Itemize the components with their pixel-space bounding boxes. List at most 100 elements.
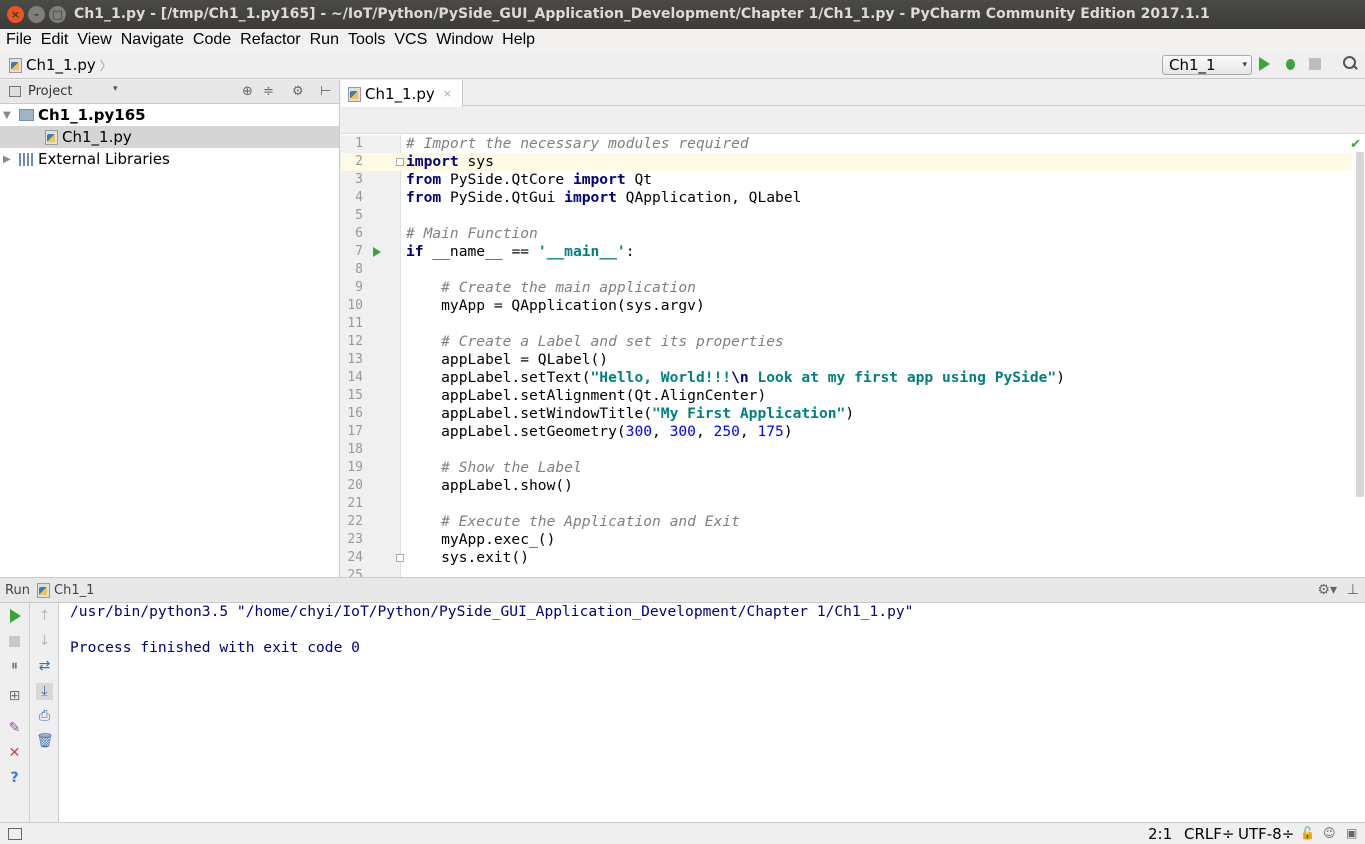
code-text: appLabel = QLabel() xyxy=(406,351,608,369)
tree-item-project-root[interactable]: ▼ Ch1_1.py165 xyxy=(0,104,339,126)
code-line[interactable]: 8 xyxy=(341,261,1352,279)
menu-edit[interactable]: Edit xyxy=(37,31,73,49)
search-icon[interactable] xyxy=(1343,56,1357,70)
lock-icon[interactable]: 🔓 xyxy=(1300,826,1315,840)
help-icon[interactable]: ? xyxy=(6,770,23,787)
code-line[interactable]: 16 appLabel.setWindowTitle("My First App… xyxy=(341,405,1352,423)
fold-marker-icon[interactable] xyxy=(396,554,404,562)
trash-icon[interactable]: 🗑 xyxy=(36,733,54,750)
menu-window[interactable]: Window xyxy=(432,31,497,49)
debug-button[interactable] xyxy=(1283,56,1298,72)
code-token: : xyxy=(625,243,635,260)
code-line[interactable]: 9 # Create the main application xyxy=(341,279,1352,297)
code-line[interactable]: 22 # Execute the Application and Exit xyxy=(341,513,1352,531)
code-line[interactable]: 19 # Show the Label xyxy=(341,459,1352,477)
rerun-button[interactable] xyxy=(6,608,23,625)
code-line[interactable]: 2 import sys xyxy=(341,153,1352,171)
toggle-tool-windows-icon[interactable] xyxy=(8,828,22,840)
minimize-window-button[interactable]: – xyxy=(28,6,45,23)
gear-icon[interactable]: ⚙▾ xyxy=(1317,582,1337,598)
code-line[interactable]: 7 if __name__ == '__main__': xyxy=(341,243,1352,261)
run-gutter-icon[interactable] xyxy=(373,247,381,257)
fold-marker-icon[interactable] xyxy=(396,158,404,166)
collapse-arrow-icon[interactable]: ▶ xyxy=(3,154,19,165)
code-token: , xyxy=(695,423,714,440)
python-file-icon xyxy=(44,130,58,145)
file-encoding[interactable]: UTF-8÷ xyxy=(1238,825,1294,843)
line-number: 3 xyxy=(355,172,363,187)
code-line[interactable]: 20 appLabel.show() xyxy=(341,477,1352,495)
menu-file[interactable]: File xyxy=(2,31,36,49)
line-number: 24 xyxy=(347,550,363,565)
code-area[interactable]: 1 # Import the necessary modules required… xyxy=(341,135,1365,577)
stop-button[interactable] xyxy=(1309,58,1321,70)
code-line[interactable]: 11 xyxy=(341,315,1352,333)
console-output[interactable]: /usr/bin/python3.5 "/home/chyi/IoT/Pytho… xyxy=(70,603,913,657)
console-line: /usr/bin/python3.5 "/home/chyi/IoT/Pytho… xyxy=(70,603,914,620)
line-number: 18 xyxy=(347,442,363,457)
menu-help[interactable]: Help xyxy=(498,31,539,49)
code-line[interactable]: 24 sys.exit() xyxy=(341,549,1352,567)
event-log-icon[interactable]: ▣ xyxy=(1346,826,1357,840)
run-configuration-select[interactable]: Ch1_1 ▾ xyxy=(1162,55,1252,75)
menu-run[interactable]: Run xyxy=(306,31,343,49)
code-line[interactable]: 23 myApp.exec_() xyxy=(341,531,1352,549)
minimize-panel-icon[interactable]: ⊥ xyxy=(1347,582,1359,598)
run-tab-label[interactable]: Ch1_1 xyxy=(54,583,94,598)
gear-icon[interactable]: ⚙ xyxy=(292,84,304,99)
code-line[interactable]: 18 xyxy=(341,441,1352,459)
inspector-icon[interactable]: ☺ xyxy=(1323,826,1336,840)
code-line[interactable]: 4 from PySide.QtGui import QApplication, … xyxy=(341,189,1352,207)
code-line[interactable]: 15 appLabel.setAlignment(Qt.AlignCenter) xyxy=(341,387,1352,405)
menu-vcs[interactable]: VCS xyxy=(390,31,431,49)
chevron-down-icon[interactable]: ▾ xyxy=(113,84,118,94)
breadcrumb-file[interactable]: Ch1_1.py xyxy=(26,56,96,74)
code-line[interactable]: 5 xyxy=(341,207,1352,225)
soft-wrap-icon[interactable]: ⇄ xyxy=(36,658,53,675)
code-line[interactable]: 17 appLabel.setGeometry(300, 300, 250, 1… xyxy=(341,423,1352,441)
line-separator[interactable]: CRLF÷ xyxy=(1184,825,1234,843)
menu-navigate[interactable]: Navigate xyxy=(117,31,188,49)
code-line[interactable]: 21 xyxy=(341,495,1352,513)
menu-code[interactable]: Code xyxy=(189,31,235,49)
pause-icon[interactable]: ⏸ xyxy=(6,658,23,675)
code-line[interactable]: 25 xyxy=(341,567,1352,577)
pin-icon[interactable]: ✎ xyxy=(6,720,23,737)
hide-panel-icon[interactable]: ⊢ xyxy=(320,84,331,99)
run-button[interactable] xyxy=(1259,57,1270,71)
project-view-selector[interactable]: Project xyxy=(28,84,72,99)
code-line[interactable]: 3 from PySide.QtCore import Qt xyxy=(341,171,1352,189)
tree-item-file[interactable]: Ch1_1.py xyxy=(0,126,339,148)
breadcrumb[interactable]: Ch1_1.py 〉 xyxy=(8,56,112,74)
stop-button[interactable] xyxy=(6,633,23,650)
close-window-button[interactable]: × xyxy=(7,6,24,23)
code-token: # Show the Label xyxy=(441,459,582,476)
code-line[interactable]: 14 appLabel.setText("Hello, World!!!\n L… xyxy=(341,369,1352,387)
menu-refactor[interactable]: Refactor xyxy=(236,31,304,49)
scroll-from-source-icon[interactable]: ⊕ xyxy=(242,84,253,99)
up-arrow-icon[interactable]: ↑ xyxy=(36,608,53,625)
expand-arrow-icon[interactable]: ▼ xyxy=(3,110,19,121)
code-line[interactable]: 10 myApp = QApplication(sys.argv) xyxy=(341,297,1352,315)
close-icon[interactable]: ✕ xyxy=(6,745,23,762)
collapse-all-icon[interactable]: ≑ xyxy=(263,84,274,99)
code-token: if xyxy=(406,243,424,260)
code-line[interactable]: 6 # Main Function xyxy=(341,225,1352,243)
print-icon[interactable]: ⎙ xyxy=(36,708,53,725)
layout-icon[interactable]: ⊞ xyxy=(6,688,23,705)
menu-view[interactable]: View xyxy=(73,31,115,49)
caret-position[interactable]: 2:1 xyxy=(1148,825,1172,843)
code-line[interactable]: 13 appLabel = QLabel() xyxy=(341,351,1352,369)
down-arrow-icon[interactable]: ↓ xyxy=(36,633,53,650)
tab-ch1-1-py[interactable]: Ch1_1.py × xyxy=(341,80,463,107)
maximize-window-button[interactable]: □ xyxy=(49,6,66,23)
close-tab-icon[interactable]: × xyxy=(443,87,452,100)
editor-scrollbar[interactable] xyxy=(1356,152,1364,497)
code-line[interactable]: 12 # Create a Label and set its properti… xyxy=(341,333,1352,351)
code-text: appLabel.setWindowTitle("My First Applic… xyxy=(406,405,854,423)
tree-item-external-libraries[interactable]: ▶ External Libraries xyxy=(0,148,339,170)
menu-tools[interactable]: Tools xyxy=(344,31,389,49)
code-line[interactable]: 1 # Import the necessary modules required xyxy=(341,135,1352,153)
scroll-to-end-icon[interactable]: ⤓ xyxy=(36,683,53,700)
